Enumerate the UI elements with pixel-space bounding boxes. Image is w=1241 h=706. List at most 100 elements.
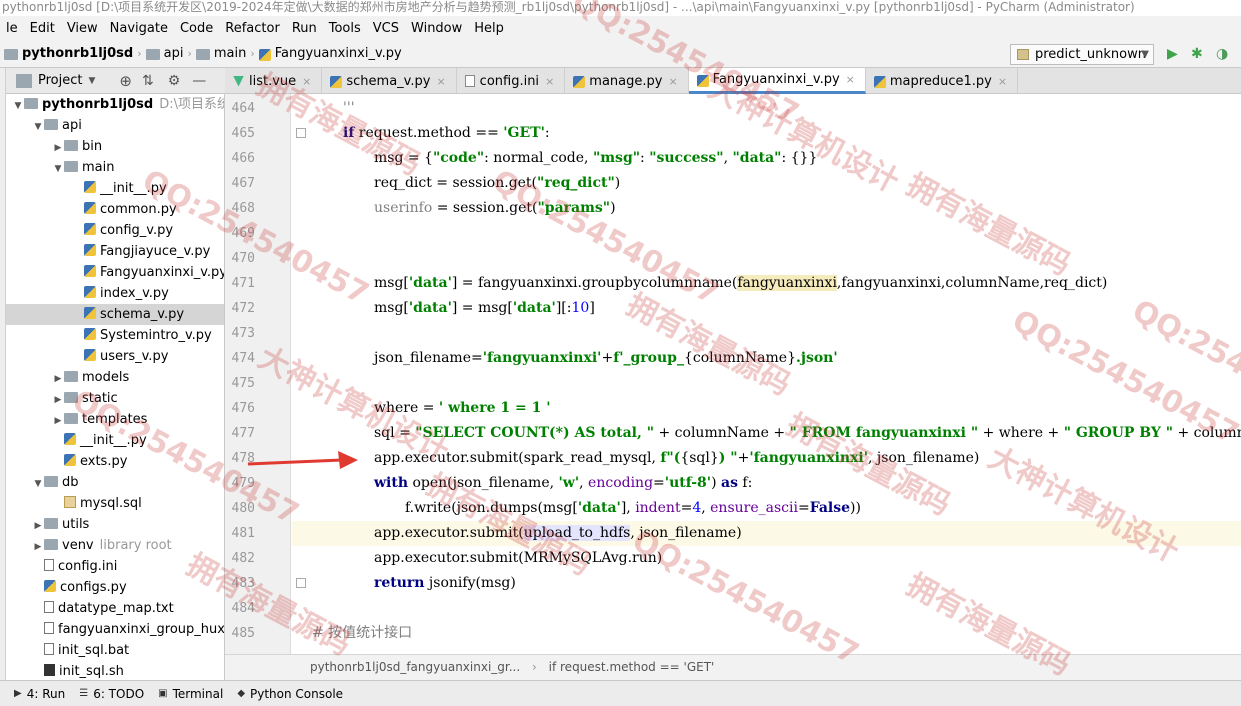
code-line[interactable] xyxy=(292,596,1241,621)
tree-node[interactable]: __init__.py xyxy=(6,178,224,199)
code-line[interactable]: sql = "SELECT COUNT(*) AS total, " + col… xyxy=(292,421,1241,446)
tree-node[interactable]: index_v.py xyxy=(6,283,224,304)
run-tool-button[interactable]: ▶ 4: Run xyxy=(14,687,65,701)
chevron-right-icon[interactable]: ▶ xyxy=(32,516,44,537)
tree-node[interactable]: ▶ static xyxy=(6,388,224,411)
code-line[interactable] xyxy=(292,221,1241,246)
code-line[interactable]: req_dict = session.get("req_dict") xyxy=(292,171,1241,196)
chevron-right-icon[interactable]: ▶ xyxy=(52,138,64,159)
breadcrumb-file[interactable]: Fangyuanxinxi_v.py xyxy=(275,46,402,61)
editor-breadcrumb-file[interactable]: pythonrb1lj0sd_fangyuanxinxi_gr... xyxy=(310,660,520,674)
tree-node[interactable]: ▶ venv library root xyxy=(6,535,224,558)
tree-node[interactable]: ▶ models xyxy=(6,367,224,390)
tree-node[interactable]: config_v.py xyxy=(6,220,224,241)
editor-tab[interactable]: mapreduce1.py × xyxy=(866,68,1019,94)
chevron-right-icon[interactable]: ▶ xyxy=(52,411,64,432)
code-line[interactable]: with open(json_filename, 'w', encoding='… xyxy=(292,471,1241,496)
menu-item-1[interactable]: Edit xyxy=(24,21,61,36)
close-icon[interactable]: × xyxy=(545,75,554,88)
menu-item-9[interactable]: Window xyxy=(405,21,468,36)
chevron-right-icon[interactable]: ▶ xyxy=(52,390,64,411)
tree-node[interactable]: users_v.py xyxy=(6,346,224,367)
close-icon[interactable]: × xyxy=(998,75,1007,88)
project-panel-label[interactable]: Project xyxy=(38,73,82,88)
gear-icon[interactable]: ⚙ xyxy=(168,73,181,89)
code-line[interactable]: app.executor.submit(upload_to_hdfs, json… xyxy=(292,521,1241,546)
menu-item-7[interactable]: Tools xyxy=(323,21,367,36)
editor-tab[interactable]: schema_v.py × xyxy=(322,68,457,94)
menu-item-8[interactable]: VCS xyxy=(367,21,405,36)
menu-item-10[interactable]: Help xyxy=(468,21,510,36)
fold-icon[interactable] xyxy=(296,578,306,588)
tree-node[interactable]: mysql.sql xyxy=(6,493,224,514)
menu-item-5[interactable]: Refactor xyxy=(219,21,286,36)
tree-node[interactable]: ▼ pythonrb1lj0sd D:\项目系统开 xyxy=(6,94,224,117)
code-line[interactable] xyxy=(292,246,1241,271)
tree-node[interactable]: configs.py xyxy=(6,577,224,598)
close-icon[interactable]: × xyxy=(668,75,677,88)
code-line[interactable]: app.executor.submit(spark_read_mysql, f"… xyxy=(292,446,1241,471)
breadcrumb-api[interactable]: api xyxy=(164,46,184,61)
tree-node[interactable]: config.ini xyxy=(6,556,224,577)
chevron-down-icon[interactable]: ▼ xyxy=(32,474,44,495)
code-line[interactable] xyxy=(292,371,1241,396)
chevron-down-icon[interactable]: ▼ xyxy=(12,96,24,117)
close-icon[interactable]: × xyxy=(302,75,311,88)
code-line[interactable]: msg = {"code": normal_code, "msg": "succ… xyxy=(292,146,1241,171)
close-icon[interactable]: × xyxy=(846,73,855,86)
tree-node[interactable]: Fangjiayuce_v.py xyxy=(6,241,224,262)
hide-icon[interactable]: — xyxy=(192,73,206,89)
tree-node[interactable]: ▶ utils xyxy=(6,514,224,537)
editor-tab[interactable]: config.ini × xyxy=(457,68,566,94)
code-line[interactable]: msg['data'] = fangyuanxinxi.groupbycolum… xyxy=(292,271,1241,296)
menu-item-6[interactable]: Run xyxy=(286,21,323,36)
code-line[interactable] xyxy=(292,321,1241,346)
terminal-tool-button[interactable]: ▣ Terminal xyxy=(158,687,223,701)
code-line[interactable]: msg['data'] = msg['data'][:10] xyxy=(292,296,1241,321)
tree-node[interactable]: __init__.py xyxy=(6,430,224,451)
tree-node[interactable]: ▼ main xyxy=(6,157,224,180)
locate-icon[interactable]: ⊕ xyxy=(119,72,132,90)
menu-item-2[interactable]: View xyxy=(61,21,104,36)
python-console-button[interactable]: ◆ Python Console xyxy=(237,687,343,701)
breadcrumb-main[interactable]: main xyxy=(214,46,246,61)
code-line[interactable]: if request.method == 'GET': xyxy=(292,121,1241,146)
tree-node[interactable]: exts.py xyxy=(6,451,224,472)
fold-icon[interactable] xyxy=(296,128,306,138)
coverage-icon[interactable]: ◑ xyxy=(1216,46,1228,62)
code-line[interactable]: # 按值统计接口 xyxy=(292,621,1241,646)
code-line[interactable]: ''' xyxy=(292,96,1241,121)
breadcrumb-project[interactable]: pythonrb1lj0sd xyxy=(22,46,133,61)
code-line[interactable]: userinfo = session.get("params") xyxy=(292,196,1241,221)
tree-node[interactable]: Systemintro_v.py xyxy=(6,325,224,346)
editor-tab[interactable]: list.vue × xyxy=(225,68,323,94)
debug-icon[interactable]: ✱ xyxy=(1191,46,1203,62)
code-line[interactable]: return jsonify(msg) xyxy=(292,571,1241,596)
tree-node[interactable]: ▶ bin xyxy=(6,136,224,159)
chevron-down-icon[interactable]: ▼ xyxy=(88,76,95,86)
run-icon[interactable]: ▶ xyxy=(1167,46,1178,62)
run-configuration-select[interactable]: predict_unknown ▼ xyxy=(1010,44,1154,65)
editor-tab[interactable]: manage.py × xyxy=(565,68,689,94)
chevron-right-icon[interactable]: ▶ xyxy=(32,537,44,558)
tree-node[interactable]: init_sql.sh xyxy=(6,661,224,680)
tree-node[interactable]: init_sql.bat xyxy=(6,640,224,661)
chevron-right-icon[interactable]: ▶ xyxy=(52,369,64,390)
menu-item-3[interactable]: Navigate xyxy=(104,21,174,36)
tree-node[interactable]: schema_v.py xyxy=(6,304,224,325)
tree-node[interactable]: ▼ db xyxy=(6,472,224,495)
tree-node[interactable]: common.py xyxy=(6,199,224,220)
tree-node[interactable]: ▼ api xyxy=(6,115,224,138)
close-icon[interactable]: × xyxy=(436,75,445,88)
menu-item-4[interactable]: Code xyxy=(174,21,219,36)
tree-node[interactable]: Fangyuanxinxi_v.py xyxy=(6,262,224,283)
code-line[interactable]: app.executor.submit(MRMySQLAvg.run) xyxy=(292,546,1241,571)
chevron-down-icon[interactable]: ▼ xyxy=(32,117,44,138)
code-line[interactable]: json_filename='fangyuanxinxi'+f'_group_{… xyxy=(292,346,1241,371)
todo-tool-button[interactable]: ☰ 6: TODO xyxy=(79,687,144,701)
chevron-down-icon[interactable]: ▼ xyxy=(52,159,64,180)
editor-tab[interactable]: Fangyuanxinxi_v.py × xyxy=(688,68,866,94)
tree-node[interactable]: fangyuanxinxi_group_huxing xyxy=(6,619,224,640)
code-line[interactable]: where = ' where 1 = 1 ' xyxy=(292,396,1241,421)
tree-node[interactable]: ▶ templates xyxy=(6,409,224,432)
